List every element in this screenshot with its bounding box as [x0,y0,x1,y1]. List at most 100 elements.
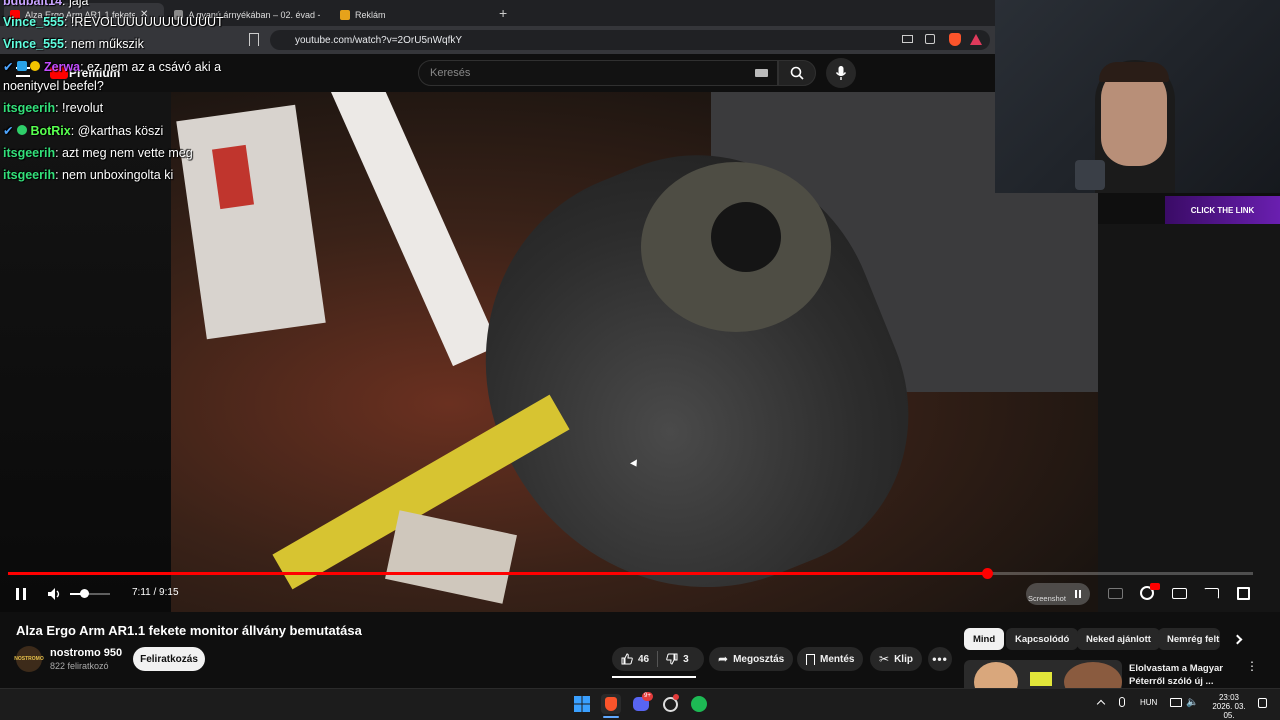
notifications-icon[interactable] [1258,698,1267,708]
channel-avatar[interactable]: NOSTROMO [14,646,44,672]
language-indicator[interactable]: HUN [1140,698,1157,707]
subtitles-icon[interactable] [1108,588,1123,599]
bookmark-icon[interactable] [249,33,259,46]
chat-username: Vince_555 [3,37,64,51]
chat-text: : nem műkszik [63,37,144,51]
brave-taskbar-icon[interactable] [601,694,621,714]
chat-message: itsgeerih: nem unboxingolta ki [3,168,173,182]
chip-all[interactable]: Mind [964,628,1005,650]
share-arrow-icon: ➦ [718,652,729,666]
save-button[interactable]: Mentés [797,647,864,671]
chat-username: Zerwa [43,60,81,74]
video-title: Alza Ergo Arm AR1.1 fekete monitor állvá… [16,623,362,638]
volume-knob[interactable] [80,589,89,598]
chat-username: itsgeerih [3,101,56,115]
time-display: 7:11 / 9:15 [132,587,179,598]
chat-message-continued: noenityvel beefel? [3,79,104,93]
volume-icon [48,588,60,600]
recommended-video-title[interactable]: Elolvastam a Magyar Péterről szóló új ..… [1129,662,1239,688]
save-icon [806,653,815,665]
progress-scrubber[interactable] [982,568,993,579]
recording-dot-icon [673,694,679,700]
channel-name[interactable]: nostromo 950 [50,647,122,659]
chat-message: Vince_555: !REVOLUUUUUUUUUUUT [3,15,224,29]
stream-side-panel [1098,224,1280,612]
chat-username: itsgeerih [3,146,56,160]
tab-3[interactable]: Reklám [334,3,484,26]
search-input[interactable]: Keresés [418,60,778,86]
tray-mic-icon[interactable] [1119,697,1125,707]
chat-text: : @karthas köszi [70,124,164,138]
cast-icon[interactable] [902,35,913,43]
search-button[interactable] [778,60,816,86]
mod-badge-icon: ✔ [3,124,14,138]
chat-text: : !revolut [55,101,104,115]
progress-played [8,572,987,575]
arm-screw-image [711,202,781,272]
brave-shield-icon[interactable] [949,33,961,46]
share-button[interactable]: ➦ Megosztás [709,647,794,671]
hd-badge-icon [1150,583,1160,590]
tab-label: Reklám [355,9,386,20]
share-icon[interactable] [925,34,935,44]
chat-message: itsgeerih: azt meg nem vette meg [3,146,193,160]
streamer-hair-image [1099,62,1169,82]
active-app-indicator [603,716,619,718]
chat-message: itsgeerih: !revolut [3,101,103,115]
white-arm-image [331,92,499,367]
speaker-icon[interactable]: 🔈 [1186,697,1198,708]
spotify-logo-icon [691,696,707,712]
clip-label: Klip [894,653,913,665]
pause-button[interactable] [12,586,30,602]
mute-button[interactable] [46,586,64,602]
chat-username: Vince_555 [3,15,64,29]
gift-badge-icon [30,61,41,71]
scissors-icon: ✂ [879,652,890,666]
chat-message: ✔ Zerwa: ez nem az a csávó aki a [3,59,221,74]
recommended-thumbnail[interactable] [964,660,1122,688]
chat-message: ✔ BotRix: @karthas köszi [3,123,163,138]
avatar-logo-text: NOSTROMO [14,656,44,662]
discord-notification-badge: 9+ [642,692,653,701]
chip-recently-uploaded[interactable]: Nemrég felt [1158,628,1220,650]
chat-username: itsgeerih [3,168,56,182]
clip-button[interactable]: ✂ Klip [870,647,922,671]
address-bar-row: youtube.com/watch?v=2OrU5nWqfkY [0,26,995,54]
more-icon: ••• [932,652,948,666]
chip-recommended[interactable]: Neked ajánlott [1077,628,1160,650]
like-button[interactable]: 46 [621,653,649,665]
dislike-button[interactable]: 3 [666,653,689,665]
miniplayer-icon[interactable] [1172,588,1187,599]
more-actions-button[interactable]: ••• [928,647,952,671]
chat-text: : nem unboxingolta ki [55,168,174,182]
video-frame [171,92,1098,612]
url-field[interactable]: youtube.com/watch?v=2OrU5nWqfkY [270,30,990,50]
spotify-taskbar-icon[interactable] [689,694,709,714]
windows-logo-icon [574,696,590,712]
windows-start-icon[interactable] [572,694,592,714]
verified-badge-icon [16,125,27,135]
share-label: Megosztás [733,653,785,665]
chat-message: bdubalt14: jaja [3,0,88,8]
search-icon [790,66,804,80]
chip-related[interactable]: Kapcsolódó [1006,628,1079,650]
mic-icon [835,66,847,80]
divider [657,651,659,667]
chevron-right-icon[interactable] [1232,634,1243,645]
network-icon[interactable] [1170,698,1182,707]
subscribe-button[interactable]: Feliratkozás [133,647,205,671]
chat-text: : azt meg nem vette meg [55,146,193,160]
streamer-webcam [995,0,1280,193]
keyboard-icon[interactable] [755,69,768,77]
recommendation-menu-icon[interactable]: ⋮ [1246,660,1258,672]
new-tab-button[interactable]: + [499,5,507,21]
voice-search-button[interactable] [826,58,856,88]
screenshot-button[interactable]: Screenshot [1026,583,1090,605]
screenshot-label: Screenshot [1028,594,1066,603]
clock[interactable]: 23:03 2026. 03. 05. [1206,693,1252,720]
brave-rewards-icon[interactable] [970,34,982,45]
subscriber-count: 822 feliratkozó [50,661,109,671]
microphone-image [1075,160,1105,190]
cast-icon[interactable] [1204,588,1219,599]
fullscreen-icon[interactable] [1237,587,1250,600]
